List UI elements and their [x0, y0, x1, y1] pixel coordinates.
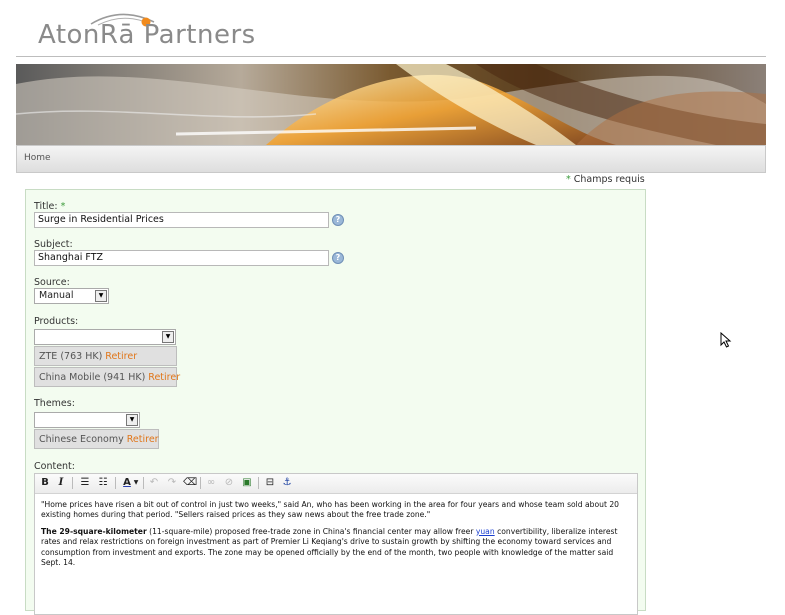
undo-icon[interactable]: ↶: [148, 476, 160, 490]
content-paragraph: The 29-square-kilometer (11-square-mile)…: [41, 527, 629, 569]
mouse-cursor-icon: [720, 332, 732, 348]
themes-select[interactable]: ▼: [34, 412, 140, 428]
nav-home-link[interactable]: Home: [24, 153, 51, 163]
bulleted-list-icon[interactable]: ☰: [78, 476, 92, 490]
subject-input[interactable]: Shanghai FTZ: [34, 250, 329, 266]
theme-chip-name: Chinese Economy: [39, 434, 124, 445]
source-label: Source:: [34, 277, 70, 288]
products-select[interactable]: ▼: [34, 329, 176, 345]
nav-bar: Home: [16, 145, 766, 173]
required-star: *: [566, 174, 571, 185]
toolbar-separator: [143, 477, 144, 489]
theme-remove-link[interactable]: Retirer: [127, 434, 159, 445]
eraser-icon[interactable]: ⌫: [183, 476, 197, 490]
anchor-icon[interactable]: ⚓: [281, 476, 293, 490]
content-bold-text: The 29-square-kilometer: [41, 526, 147, 536]
header-divider: [16, 56, 766, 57]
product-chip-name: ZTE (763 HK): [39, 351, 103, 362]
product-remove-link[interactable]: Retirer: [148, 372, 180, 383]
redo-icon[interactable]: ↷: [166, 476, 178, 490]
header-banner: [16, 64, 766, 145]
source-select-value: Manual: [39, 290, 74, 301]
title-label-text: Title:: [34, 201, 58, 212]
banner-image: [16, 64, 766, 145]
bold-button[interactable]: B: [39, 476, 51, 490]
content-label: Content:: [34, 461, 75, 472]
product-chip: ZTE (763 HK) Retirer: [34, 346, 177, 366]
product-chip-name: China Mobile (941 HK): [39, 372, 146, 383]
source-select[interactable]: Manual ▼: [34, 288, 109, 304]
logo: AtonRā Partners: [38, 8, 328, 50]
title-required-star: *: [60, 201, 66, 212]
content-text: (11-square-mile) proposed free-trade zon…: [146, 526, 476, 536]
toolbar-separator: [72, 477, 73, 489]
content-paragraph: "Home prices have risen a bit out of con…: [41, 500, 620, 520]
toolbar-separator: [200, 477, 201, 489]
font-color-button[interactable]: A: [121, 476, 133, 490]
title-label: Title: *: [34, 201, 65, 212]
link-icon[interactable]: ∞: [205, 476, 217, 490]
subject-label: Subject:: [34, 239, 73, 250]
chevron-down-icon[interactable]: ▼: [133, 476, 139, 490]
chevron-down-icon[interactable]: ▼: [126, 414, 138, 426]
product-remove-link[interactable]: Retirer: [105, 351, 137, 362]
title-input[interactable]: Surge in Residential Prices: [34, 212, 329, 228]
required-note: * Champs requis: [566, 174, 645, 185]
themes-label: Themes:: [34, 398, 75, 409]
editor-toolbar: B I ☰ ☷ A ▼ ↶ ↷ ⌫ ∞ ⊘ ▣ ⊟ ⚓: [35, 474, 637, 494]
toolbar-separator: [115, 477, 116, 489]
numbered-list-icon[interactable]: ☷: [96, 476, 110, 490]
chevron-down-icon[interactable]: ▼: [95, 290, 107, 302]
chevron-down-icon[interactable]: ▼: [162, 331, 174, 343]
italic-button[interactable]: I: [55, 476, 67, 490]
theme-chip: Chinese Economy Retirer: [34, 429, 159, 449]
title-help-icon[interactable]: ?: [332, 214, 344, 226]
rich-text-editor[interactable]: B I ☰ ☷ A ▼ ↶ ↷ ⌫ ∞ ⊘ ▣ ⊟ ⚓ "Home prices…: [34, 473, 638, 615]
image-icon[interactable]: ▣: [241, 476, 253, 490]
toolbar-separator: [258, 477, 259, 489]
products-label: Products:: [34, 316, 79, 327]
yuan-link[interactable]: yuan: [476, 527, 495, 536]
horizontal-rule-icon[interactable]: ⊟: [263, 476, 277, 490]
logo-text: AtonRā Partners: [38, 20, 256, 50]
required-label: Champs requis: [573, 174, 645, 185]
subject-help-icon[interactable]: ?: [332, 252, 344, 264]
unlink-icon[interactable]: ⊘: [223, 476, 235, 490]
product-chip: China Mobile (941 HK) Retirer: [34, 367, 180, 387]
editor-content[interactable]: "Home prices have risen a bit out of con…: [41, 500, 629, 574]
